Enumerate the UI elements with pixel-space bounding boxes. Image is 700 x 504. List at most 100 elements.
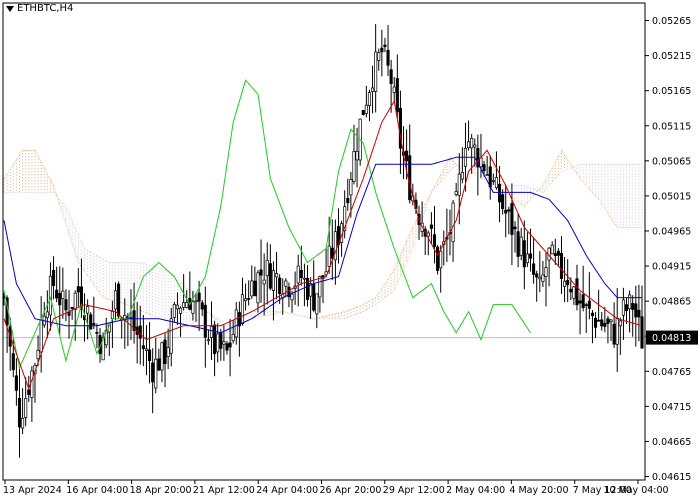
candle-body (516, 231, 520, 257)
candle-body (603, 322, 607, 327)
y-tick-label: 0.04915 (652, 262, 691, 273)
x-tick-label: 10 May 04:00 (603, 485, 668, 496)
candle-body (203, 304, 207, 338)
candle-body (45, 311, 49, 319)
candle-body (432, 234, 437, 248)
candle-body (581, 294, 585, 309)
candle-body (14, 375, 18, 391)
candle-body (541, 274, 545, 282)
candle-body (618, 320, 622, 327)
candle-body (525, 253, 529, 264)
candle-body (73, 292, 77, 310)
candle-body (39, 319, 43, 353)
candle-body (563, 280, 567, 287)
y-tick-label: 0.05165 (652, 86, 691, 97)
candle-body (194, 300, 198, 303)
candle-body (262, 279, 266, 285)
candle-body (439, 250, 443, 269)
x-tick-label: 4 May 20:00 (509, 485, 568, 496)
candle-body (290, 293, 294, 301)
candle-body (522, 240, 526, 268)
candle-body (175, 304, 179, 310)
candle-body (110, 311, 114, 320)
candle-body (302, 277, 306, 280)
candle-body (497, 183, 502, 203)
dropdown-triangle-icon[interactable] (6, 5, 14, 12)
candle-body (575, 278, 579, 306)
candle-body (24, 398, 28, 418)
candle-body (169, 318, 173, 354)
candle-body (268, 263, 272, 289)
candle-body (504, 209, 508, 214)
candle-body (606, 318, 610, 324)
candle-body (600, 319, 604, 327)
candle-body (395, 78, 399, 113)
candle-body (405, 150, 409, 162)
y-tick-label: 0.04715 (652, 402, 691, 413)
candle-body (513, 226, 517, 230)
candle-body (315, 293, 319, 315)
chart-area[interactable]: 0.05265 0.05215 0.05165 0.05115 0.05065 0.050… (0, 0, 700, 500)
candle-body (612, 323, 616, 345)
candle-body (209, 326, 214, 339)
candle-body (569, 288, 573, 293)
x-tick-label: 18 Apr 20:00 (130, 485, 192, 496)
symbol-title: ETHBTC,H4 (17, 3, 74, 14)
candle-body (584, 304, 588, 306)
candle-body (572, 286, 576, 299)
candle-body (383, 44, 387, 48)
candle-body (479, 157, 483, 168)
candle-body (615, 317, 619, 345)
candle-body (590, 312, 594, 316)
candle-body (160, 342, 164, 371)
candle-body (494, 177, 498, 189)
candle-body (61, 290, 65, 299)
candle-body (271, 270, 275, 291)
candle-body (197, 292, 201, 302)
candle-body (52, 269, 56, 286)
candle-body (355, 150, 359, 161)
x-tick-label: 24 Apr 04:00 (256, 485, 318, 496)
candle-body (256, 272, 260, 304)
candle-body (228, 342, 232, 348)
candle-body (148, 349, 152, 362)
candle-body (556, 250, 560, 256)
candle-body (172, 304, 176, 318)
candle-body (553, 253, 557, 257)
candle-body (380, 47, 384, 53)
current-price-label: 0.04813 (652, 333, 691, 344)
candle-body (70, 307, 74, 309)
candle-body (609, 319, 613, 323)
candle-body (318, 276, 322, 298)
candle-body (488, 166, 492, 188)
candle-body (550, 244, 554, 255)
candle-body (222, 341, 226, 345)
candle-body (138, 325, 142, 339)
candle-body (240, 294, 245, 325)
candle-body (144, 348, 149, 351)
candle-body (247, 298, 251, 300)
candle-body (457, 173, 461, 196)
y-tick-label: 0.04865 (652, 297, 691, 308)
y-tick-label: 0.05015 (652, 191, 691, 202)
candle-body (231, 333, 235, 342)
candle-body (36, 349, 40, 360)
candle-body (58, 293, 62, 306)
candle-body (578, 300, 582, 304)
candle-body (501, 194, 505, 210)
candle-body (213, 324, 217, 355)
candle-body (429, 224, 433, 229)
candle-body (593, 317, 598, 328)
candle-body (597, 319, 601, 322)
candle-body (408, 155, 412, 201)
candle-body (637, 309, 641, 318)
candle-body (141, 345, 145, 349)
candle-body (163, 339, 167, 365)
candle-body (21, 417, 25, 429)
chart-svg[interactable]: 0.05265 0.05215 0.05165 0.05115 0.05065 0.050… (0, 0, 700, 500)
candle-body (225, 343, 229, 351)
y-tick-label: 0.04765 (652, 367, 691, 378)
candle-body (367, 92, 372, 106)
candle-body (470, 137, 474, 149)
candle-body (535, 273, 539, 278)
